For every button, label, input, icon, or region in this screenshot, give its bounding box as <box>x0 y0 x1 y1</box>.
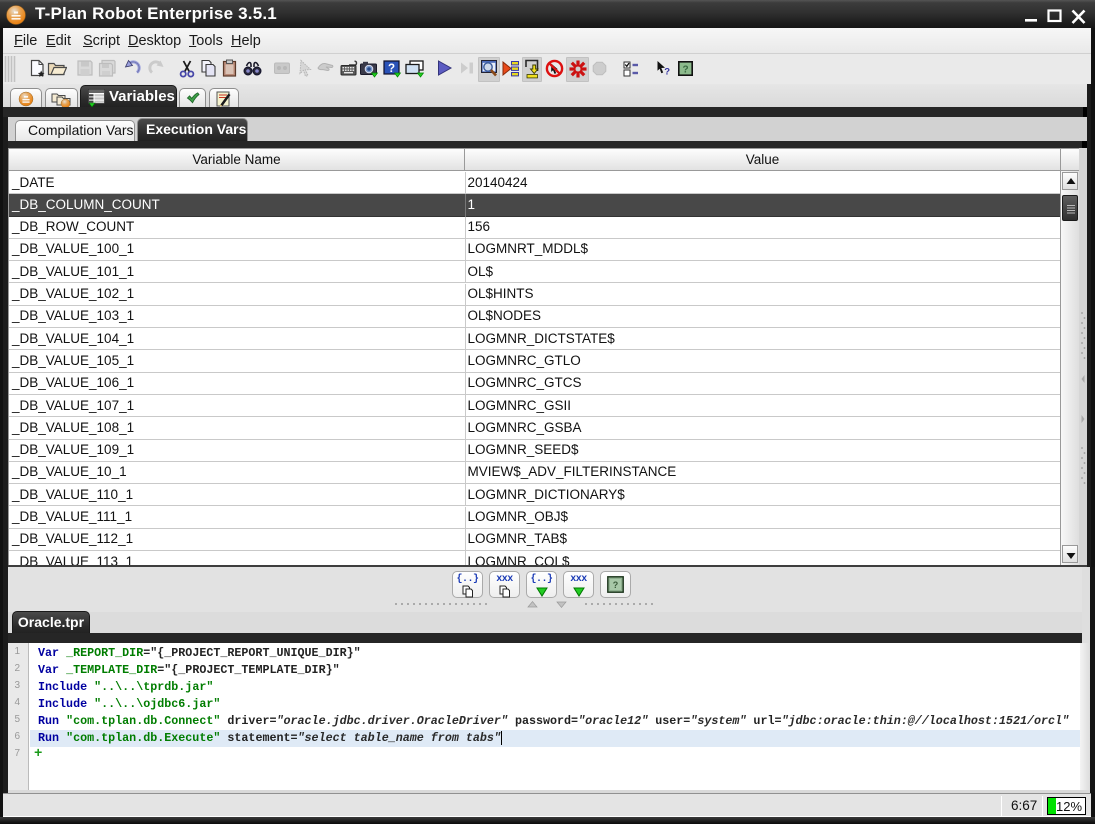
svg-text:?: ? <box>613 580 619 590</box>
svg-text:?: ? <box>664 67 670 78</box>
svg-text:?: ? <box>682 65 688 76</box>
svg-text:?: ? <box>388 63 395 75</box>
